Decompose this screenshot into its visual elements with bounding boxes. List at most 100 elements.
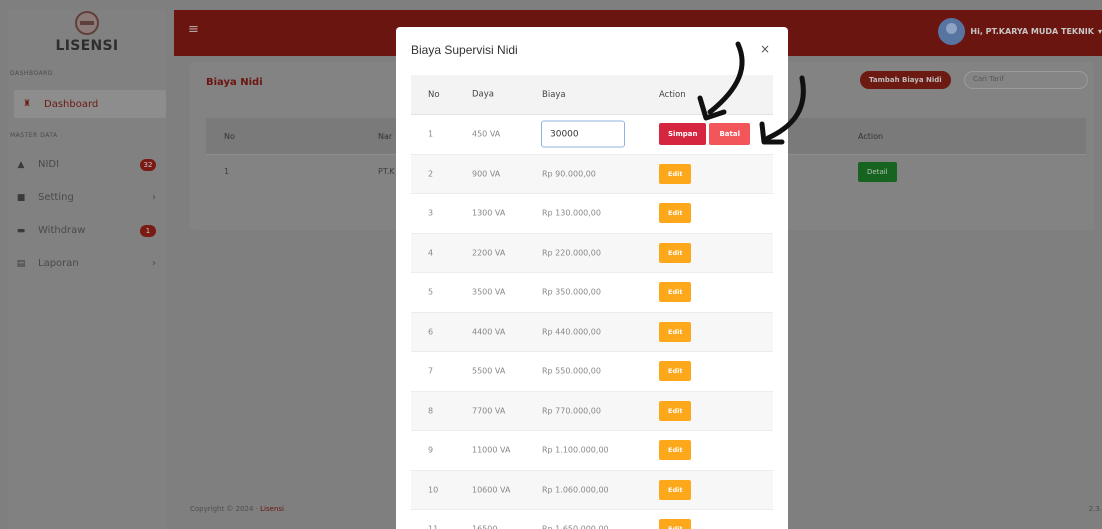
- row-daya: 3500 VA: [472, 287, 506, 297]
- row-no: 9: [428, 445, 434, 455]
- row-no: 1: [428, 129, 434, 139]
- row-actions: Edit: [659, 321, 692, 342]
- sidebar-item-label: Dashboard: [44, 98, 99, 110]
- caret-down-icon: ▾: [1097, 27, 1102, 36]
- footer-brand-link[interactable]: Lisensi: [260, 505, 284, 513]
- row-daya: 450 VA: [472, 129, 501, 139]
- column-header-nama: Nar: [378, 132, 393, 141]
- column-header-action: Action: [659, 89, 686, 100]
- edit-button[interactable]: Edit: [659, 400, 692, 421]
- hamburger-menu-icon[interactable]: ≡: [188, 22, 199, 37]
- home-icon: ♜: [22, 99, 32, 109]
- column-header-biaya: Biaya: [542, 89, 566, 100]
- row-no: 11: [428, 525, 438, 529]
- edit-button[interactable]: Edit: [659, 440, 692, 461]
- table-row: 6 4400 VA Rp 440.000,00 Edit: [411, 312, 773, 352]
- row-no: 10: [428, 485, 439, 495]
- row-daya: 7700 VA: [472, 406, 506, 416]
- withdraw-count-badge: 1: [140, 224, 156, 237]
- row-biaya: Rp 770.000,00: [542, 406, 601, 416]
- sidebar-item-nidi[interactable]: ▲ NIDI 32: [8, 148, 166, 181]
- section-label-dashboard: DASHBOARD: [10, 70, 53, 77]
- edit-button[interactable]: Edit: [659, 242, 692, 263]
- sidebar-item-label: Withdraw: [38, 225, 86, 236]
- avatar: [938, 18, 966, 45]
- footer: Copyright © 2024 · Lisensi: [190, 505, 284, 513]
- row-no: 6: [428, 327, 434, 337]
- row-daya: 1300 VA: [472, 208, 506, 218]
- table-row: 11 16500 Rp 1.650.000,00 Edit: [411, 510, 773, 529]
- row-actions: Edit: [659, 361, 692, 382]
- sidebar-item-dashboard[interactable]: ♜ Dashboard: [14, 90, 166, 118]
- edit-button[interactable]: Edit: [659, 479, 692, 500]
- version-text: 2.3.: [1088, 505, 1102, 513]
- user-greeting: Hi, PT.KARYA MUDA TEKNIK: [970, 27, 1094, 36]
- row-daya: 16500: [472, 523, 516, 529]
- copyright-text: Copyright © 2024 ·: [190, 505, 261, 513]
- row-no: 3: [428, 208, 434, 218]
- sidebar-item-label: Laporan: [38, 258, 79, 269]
- row-daya: 11000 VA: [472, 445, 511, 455]
- arrow-to-batal: [765, 75, 806, 141]
- row-biaya: Rp 550.000,00: [542, 366, 601, 376]
- card-title: Biaya Nidi: [206, 77, 263, 88]
- row-no: 8: [428, 406, 434, 416]
- row-biaya: Rp 90.000,00: [542, 169, 596, 179]
- edit-button[interactable]: Edit: [659, 321, 692, 342]
- row-daya: 10600 VA: [472, 485, 511, 495]
- row-actions: Edit: [659, 203, 692, 224]
- chevron-right-icon: ›: [152, 258, 156, 269]
- row-biaya: Rp 220.000,00: [542, 248, 601, 258]
- row-actions: Edit: [659, 479, 692, 500]
- tambah-biaya-nidi-button[interactable]: Tambah Biaya Nidi: [860, 71, 951, 89]
- row-biaya: Rp 130.000,00: [542, 208, 601, 218]
- sidebar-item-setting[interactable]: ■ Setting ›: [8, 181, 166, 214]
- logo-icon: [75, 11, 99, 35]
- cart-icon: ▲: [17, 159, 25, 170]
- edit-button[interactable]: Edit: [659, 203, 692, 224]
- sidebar-item-withdraw[interactable]: ▬ Withdraw 1: [8, 214, 166, 247]
- brand-title: LISENSI: [55, 38, 119, 54]
- edit-button[interactable]: Edit: [659, 361, 692, 382]
- table-row: 8 7700 VA Rp 770.000,00 Edit: [411, 391, 773, 431]
- user-menu[interactable]: Hi, PT.KARYA MUDA TEKNIK ▾: [938, 18, 1102, 45]
- sidebar-item-label: Setting: [38, 192, 74, 203]
- row-actions: Edit: [659, 242, 692, 263]
- database-icon: ■: [16, 192, 26, 203]
- column-header-action: Action: [858, 132, 884, 141]
- money-icon: ▬: [16, 225, 26, 236]
- sidebar-item-laporan[interactable]: ▤ Laporan ›: [8, 247, 166, 280]
- row-daya: 4400 VA: [472, 327, 506, 337]
- sidebar: LISENSI DASHBOARD ♜ Dashboard MASTER DAT…: [8, 10, 166, 529]
- table-row: 10 10600 VA Rp 1.060.000,00 Edit: [411, 470, 773, 510]
- column-header-no: No: [224, 132, 235, 141]
- column-header-no: No: [428, 89, 440, 100]
- column-header-daya: Daya: [472, 89, 494, 99]
- row-actions: Edit: [659, 400, 692, 421]
- row-daya: 5500 VA: [472, 366, 506, 376]
- edit-button[interactable]: Edit: [659, 519, 692, 529]
- row-actions: Edit: [659, 282, 692, 303]
- print-icon: ▤: [16, 258, 26, 269]
- row-biaya: Rp 440.000,00: [542, 327, 601, 337]
- chevron-right-icon: ›: [152, 192, 156, 203]
- table-row: 7 5500 VA Rp 550.000,00 Edit: [411, 352, 773, 392]
- table-row: 2 900 VA Rp 90.000,00 Edit: [411, 154, 773, 194]
- search-input[interactable]: Cari Tarif: [964, 71, 1088, 89]
- row-daya: 2200 VA: [472, 248, 506, 258]
- arrow-to-simpan: [707, 41, 745, 115]
- brand[interactable]: LISENSI: [8, 10, 166, 65]
- edit-button[interactable]: Edit: [659, 163, 692, 184]
- biaya-input[interactable]: [541, 120, 625, 148]
- detail-button[interactable]: Detail: [858, 162, 897, 182]
- modal-title: Biaya Supervisi Nidi: [411, 43, 518, 57]
- row-no: 2: [428, 169, 434, 179]
- table-row: 9 11000 VA Rp 1.100.000,00 Edit: [411, 431, 773, 471]
- row-nama: PT.K: [378, 167, 395, 176]
- table-row: 4 2200 VA Rp 220.000,00 Edit: [411, 233, 773, 273]
- row-biaya: Rp 1.060.000,00: [542, 485, 609, 495]
- edit-button[interactable]: Edit: [659, 282, 692, 303]
- nidi-count-badge: 32: [140, 158, 156, 171]
- table-row: 3 1300 VA Rp 130.000,00 Edit: [411, 194, 773, 234]
- row-no: 7: [428, 366, 434, 376]
